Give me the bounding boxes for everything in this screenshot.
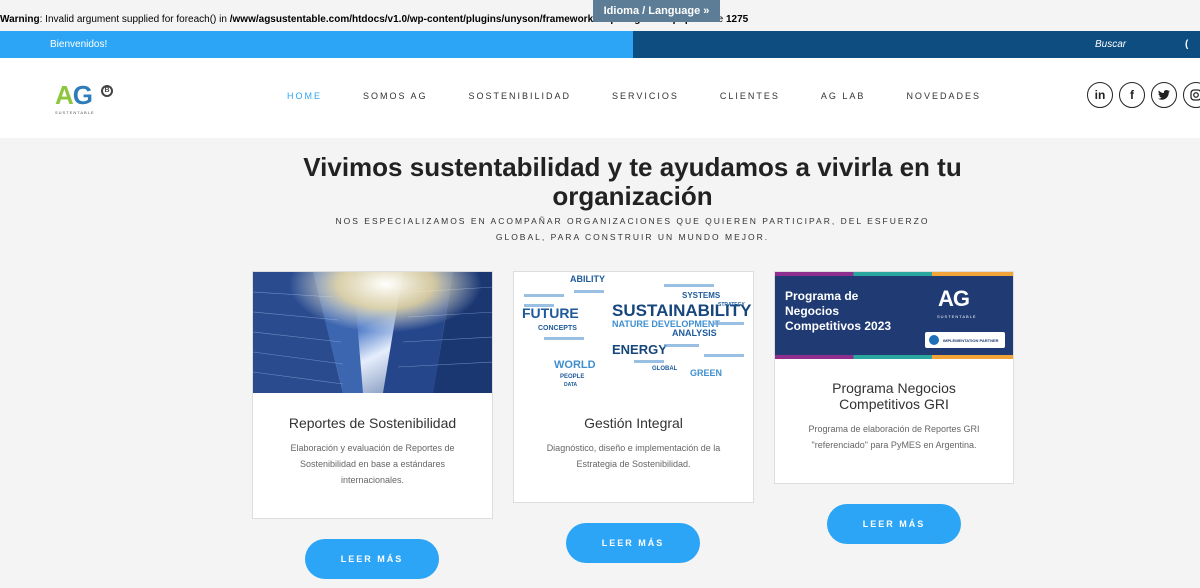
facebook-icon[interactable]: f [1119, 82, 1145, 108]
banner-top-stripe [775, 272, 1013, 276]
banner-logo-sub: SUSTENTABLE [937, 314, 977, 319]
card-title: Reportes de Sostenibilidad [288, 415, 457, 431]
welcome-text: Bienvenidos! [0, 31, 633, 58]
word-green: GREEN [690, 368, 722, 378]
banner-bottom-stripe [775, 355, 1013, 359]
word-future: FUTURE [522, 305, 579, 321]
nav-home[interactable]: HOME [287, 91, 322, 101]
search-link[interactable]: Buscar [1095, 31, 1126, 58]
language-button[interactable]: Idioma / Language » [593, 0, 720, 22]
word-world: WORLD [554, 359, 596, 371]
social-links: in f [1087, 82, 1200, 108]
word-strategy: STRATEGY [718, 302, 746, 308]
word-energy: ENERGY [612, 342, 667, 357]
site-header: AG B SUSTENTABLE HOME SOMOS AG SOSTENIBI… [0, 58, 1200, 138]
leer-mas-button-reportes[interactable]: LEER MÁS [305, 539, 439, 579]
badge-text: IMPLEMENTATION PARTNER [943, 337, 999, 343]
card-reportes: Reportes de Sostenibilidad Elaboración y… [252, 271, 493, 519]
nav-somos-ag[interactable]: SOMOS AG [363, 91, 428, 101]
word-ability: ABILITY [570, 274, 605, 284]
word-data: DATA [564, 382, 578, 388]
linkedin-icon[interactable]: in [1087, 82, 1113, 108]
search-icon[interactable]: ( [1185, 31, 1188, 58]
card-text: Elaboración y evaluación de Reportes de … [290, 443, 455, 485]
warning-text: : Invalid argument supplied for foreach(… [39, 14, 230, 25]
nav-clientes[interactable]: CLIENTES [720, 91, 780, 101]
banner-ag-logo: AG [938, 286, 970, 311]
leer-mas-button-programa[interactable]: LEER MÁS [827, 504, 961, 544]
warning-line: 1275 [725, 14, 749, 25]
topbar-right: Buscar ( [633, 31, 1200, 58]
nav-ag-lab[interactable]: AG LAB [821, 91, 866, 101]
top-bar: Bienvenidos! Buscar ( [0, 31, 1200, 58]
nav-novedades[interactable]: NOVEDADES [906, 91, 981, 101]
word-concepts: CONCEPTS [538, 325, 577, 332]
ag-logo[interactable]: AG B SUSTENTABLE [55, 82, 129, 118]
b-corp-icon: B [101, 85, 113, 97]
banner-line-1: Programa de [785, 289, 859, 303]
nav-sostenibilidad[interactable]: SOSTENIBILIDAD [469, 91, 572, 101]
instagram-icon[interactable] [1183, 82, 1200, 108]
hero-title: Vivimos sustentabilidad y te ayudamos a … [303, 152, 962, 211]
warning-label: Warning [0, 14, 40, 25]
card-programa: Programa de Negocios Competitivos 2023 A… [774, 271, 1014, 484]
word-map-image: ABILITY FUTURE SUSTAINABILITY SYSTEMS NA… [514, 272, 753, 393]
logo-subtitle: SUSTENTABLE [55, 110, 95, 115]
word-systems: SYSTEMS [682, 291, 721, 300]
implementation-partner-badge: IMPLEMENTATION PARTNER [925, 332, 1005, 348]
card-gestion: ABILITY FUTURE SUSTAINABILITY SYSTEMS NA… [513, 271, 754, 503]
card-title: Gestión Integral [584, 415, 683, 431]
nav-servicios[interactable]: SERVICIOS [612, 91, 679, 101]
buildings-image [253, 272, 492, 393]
card-text: Programa de elaboración de Reportes GRI … [808, 424, 980, 450]
card-text: Diagnóstico, diseño e implementación de … [546, 443, 721, 469]
leer-mas-button-gestion[interactable]: LEER MÁS [566, 523, 700, 563]
word-people: PEOPLE [560, 374, 584, 380]
card-title: Programa Negocios Competitivos GRI [832, 380, 956, 412]
programa-banner: Programa de Negocios Competitivos 2023 A… [775, 272, 1013, 359]
banner-line-2: Negocios [785, 304, 840, 318]
word-global: GLOBAL [652, 366, 678, 372]
logo-letter-g: G [72, 80, 93, 110]
word-analysis: ANALYSIS [672, 328, 717, 338]
banner-text: Programa de Negocios Competitivos 2023 [785, 289, 891, 334]
gri-icon [929, 335, 939, 345]
logo-letter-a: A [55, 80, 74, 110]
banner-line-3: Competitivos 2023 [785, 319, 892, 333]
twitter-icon[interactable] [1151, 82, 1177, 108]
hero-subtitle: NOS ESPECIALIZAMOS EN ACOMPAÑAR ORGANIZA… [335, 216, 930, 242]
main-nav: HOME SOMOS AG SOSTENIBILIDAD SERVICIOS C… [287, 91, 1022, 101]
